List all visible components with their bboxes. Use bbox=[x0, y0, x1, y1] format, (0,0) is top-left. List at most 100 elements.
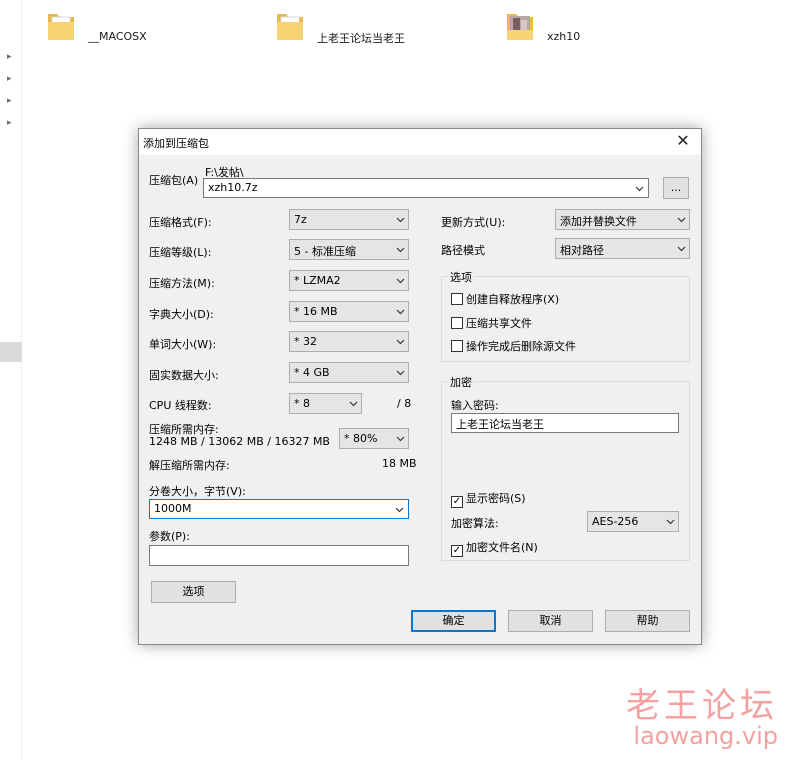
mem-select[interactable]: * 80% bbox=[339, 428, 409, 449]
level-select[interactable]: 5 - 标准压缩 bbox=[289, 239, 409, 260]
dict-label: 字典大小(D): bbox=[149, 308, 214, 321]
image-folder-icon bbox=[507, 14, 533, 40]
path-mode-select[interactable]: 相对路径 bbox=[555, 238, 690, 259]
cpu-total: / 8 bbox=[397, 397, 412, 410]
params-label: 参数(P): bbox=[149, 530, 190, 543]
pin-icon[interactable]: ▸ bbox=[7, 118, 17, 128]
chevron-down-icon bbox=[396, 247, 405, 253]
chevron-down-icon bbox=[396, 278, 405, 284]
format-value: 7z bbox=[294, 213, 307, 226]
dict-select[interactable]: * 16 MB bbox=[289, 301, 409, 322]
dialog-titlebar: 添加到压缩包 ✕ bbox=[139, 129, 701, 155]
ok-button[interactable]: 确定 bbox=[411, 610, 496, 632]
volume-label: 分卷大小，字节(V): bbox=[149, 485, 246, 498]
delete-label: 操作完成后删除源文件 bbox=[466, 340, 576, 353]
method-select[interactable]: * LZMA2 bbox=[289, 270, 409, 291]
cpu-select[interactable]: * 8 bbox=[289, 393, 362, 414]
show-password-label: 显示密码(S) bbox=[466, 492, 526, 505]
cancel-button[interactable]: 取消 bbox=[508, 610, 593, 632]
file-name: __MACOSX bbox=[88, 30, 147, 43]
format-select[interactable]: 7z bbox=[289, 209, 409, 230]
checkbox-box[interactable] bbox=[451, 293, 463, 305]
password-input[interactable]: 上老王论坛当老王 bbox=[451, 413, 679, 433]
archive-label: 压缩包(A) bbox=[149, 174, 199, 187]
explorer-nav-pane: ▸ ▸ ▸ ▸ bbox=[0, 0, 22, 760]
archive-name-combo[interactable]: xzh10.7z bbox=[203, 178, 649, 198]
nav-selected-item[interactable] bbox=[0, 342, 22, 362]
level-value: 5 - 标准压缩 bbox=[294, 245, 356, 258]
folder-icon bbox=[277, 14, 303, 40]
cpu-label: CPU 线程数: bbox=[149, 399, 212, 412]
algo-select[interactable]: AES-256 bbox=[587, 511, 679, 532]
word-value: * 32 bbox=[294, 335, 317, 348]
browse-button[interactable]: ... bbox=[663, 177, 689, 199]
encrypt-names-label: 加密文件名(N) bbox=[466, 541, 538, 554]
mem-value: * 80% bbox=[344, 432, 378, 445]
sfx-label: 创建自释放程序(X) bbox=[466, 293, 560, 306]
shared-label: 压缩共享文件 bbox=[466, 317, 532, 330]
archive-name-value: xzh10.7z bbox=[208, 181, 258, 194]
password-label: 输入密码: bbox=[451, 399, 499, 412]
volume-size-combo[interactable]: 1000M bbox=[149, 499, 409, 519]
chevron-down-icon bbox=[396, 436, 405, 442]
cpu-value: * 8 bbox=[294, 397, 310, 410]
decomp-label: 解压缩所需内存: bbox=[149, 459, 230, 472]
update-select[interactable]: 添加并替换文件 bbox=[555, 209, 690, 230]
chevron-down-icon bbox=[396, 309, 405, 315]
dict-value: * 16 MB bbox=[294, 305, 338, 318]
mem-detail: 1248 MB / 13062 MB / 16327 MB bbox=[149, 435, 330, 448]
algo-label: 加密算法: bbox=[451, 517, 499, 530]
word-select[interactable]: * 32 bbox=[289, 331, 409, 352]
chevron-down-icon bbox=[395, 507, 404, 513]
update-label: 更新方式(U): bbox=[441, 216, 506, 229]
file-name: 上老王论坛当老王 bbox=[317, 32, 405, 45]
method-value: * LZMA2 bbox=[294, 274, 341, 287]
chevron-down-icon bbox=[635, 186, 644, 192]
options-button[interactable]: 选项 bbox=[151, 581, 236, 603]
chevron-down-icon bbox=[677, 246, 686, 252]
checkbox-checked-icon[interactable]: ✓ bbox=[451, 496, 463, 508]
chevron-down-icon bbox=[396, 217, 405, 223]
params-input[interactable] bbox=[149, 545, 409, 566]
word-label: 单词大小(W): bbox=[149, 338, 217, 351]
checkbox-checked-icon[interactable]: ✓ bbox=[451, 545, 463, 557]
show-password-checkbox[interactable]: ✓ 显示密码(S) bbox=[451, 490, 526, 508]
chevron-down-icon bbox=[677, 217, 686, 223]
chevron-down-icon bbox=[396, 370, 405, 376]
delete-source-checkbox[interactable]: 操作完成后删除源文件 bbox=[451, 338, 576, 354]
method-label: 压缩方法(M): bbox=[149, 277, 215, 290]
shared-checkbox[interactable]: 压缩共享文件 bbox=[451, 315, 532, 331]
password-value: 上老王论坛当老王 bbox=[456, 418, 544, 431]
path-mode-value: 相对路径 bbox=[560, 244, 604, 257]
path-mode-label: 路径模式 bbox=[441, 244, 485, 257]
solid-select[interactable]: * 4 GB bbox=[289, 362, 409, 383]
encrypt-names-checkbox[interactable]: ✓ 加密文件名(N) bbox=[451, 539, 538, 557]
checkbox-box[interactable] bbox=[451, 317, 463, 329]
pin-icon[interactable]: ▸ bbox=[7, 52, 17, 62]
chevron-down-icon bbox=[349, 401, 358, 407]
close-icon[interactable]: ✕ bbox=[671, 130, 695, 152]
checkbox-box[interactable] bbox=[451, 340, 463, 352]
encryption-group-title: 加密 bbox=[448, 374, 474, 390]
pin-icon[interactable]: ▸ bbox=[7, 74, 17, 84]
pin-icon[interactable]: ▸ bbox=[7, 96, 17, 106]
algo-value: AES-256 bbox=[592, 515, 639, 528]
solid-label: 固实数据大小: bbox=[149, 369, 219, 382]
folder-icon bbox=[48, 14, 74, 40]
dialog-title: 添加到压缩包 bbox=[143, 137, 209, 150]
update-value: 添加并替换文件 bbox=[560, 215, 637, 228]
chevron-down-icon bbox=[396, 339, 405, 345]
decomp-value: 18 MB bbox=[382, 457, 417, 470]
watermark-url: laowang.vip bbox=[633, 722, 778, 750]
chevron-down-icon bbox=[666, 519, 675, 525]
sfx-checkbox[interactable]: 创建自释放程序(X) bbox=[451, 291, 559, 307]
file-name: xzh10 bbox=[547, 30, 581, 43]
add-to-archive-dialog: 添加到压缩包 ✕ 压缩包(A) F:\发帖\ xzh10.7z ... 压缩格式… bbox=[138, 128, 702, 645]
watermark-title: 老王论坛 bbox=[626, 686, 778, 726]
solid-value: * 4 GB bbox=[294, 366, 330, 379]
help-button[interactable]: 帮助 bbox=[605, 610, 690, 632]
volume-value: 1000M bbox=[154, 502, 192, 515]
format-label: 压缩格式(F): bbox=[149, 216, 212, 229]
level-label: 压缩等级(L): bbox=[149, 246, 212, 259]
options-group-title: 选项 bbox=[448, 269, 474, 285]
